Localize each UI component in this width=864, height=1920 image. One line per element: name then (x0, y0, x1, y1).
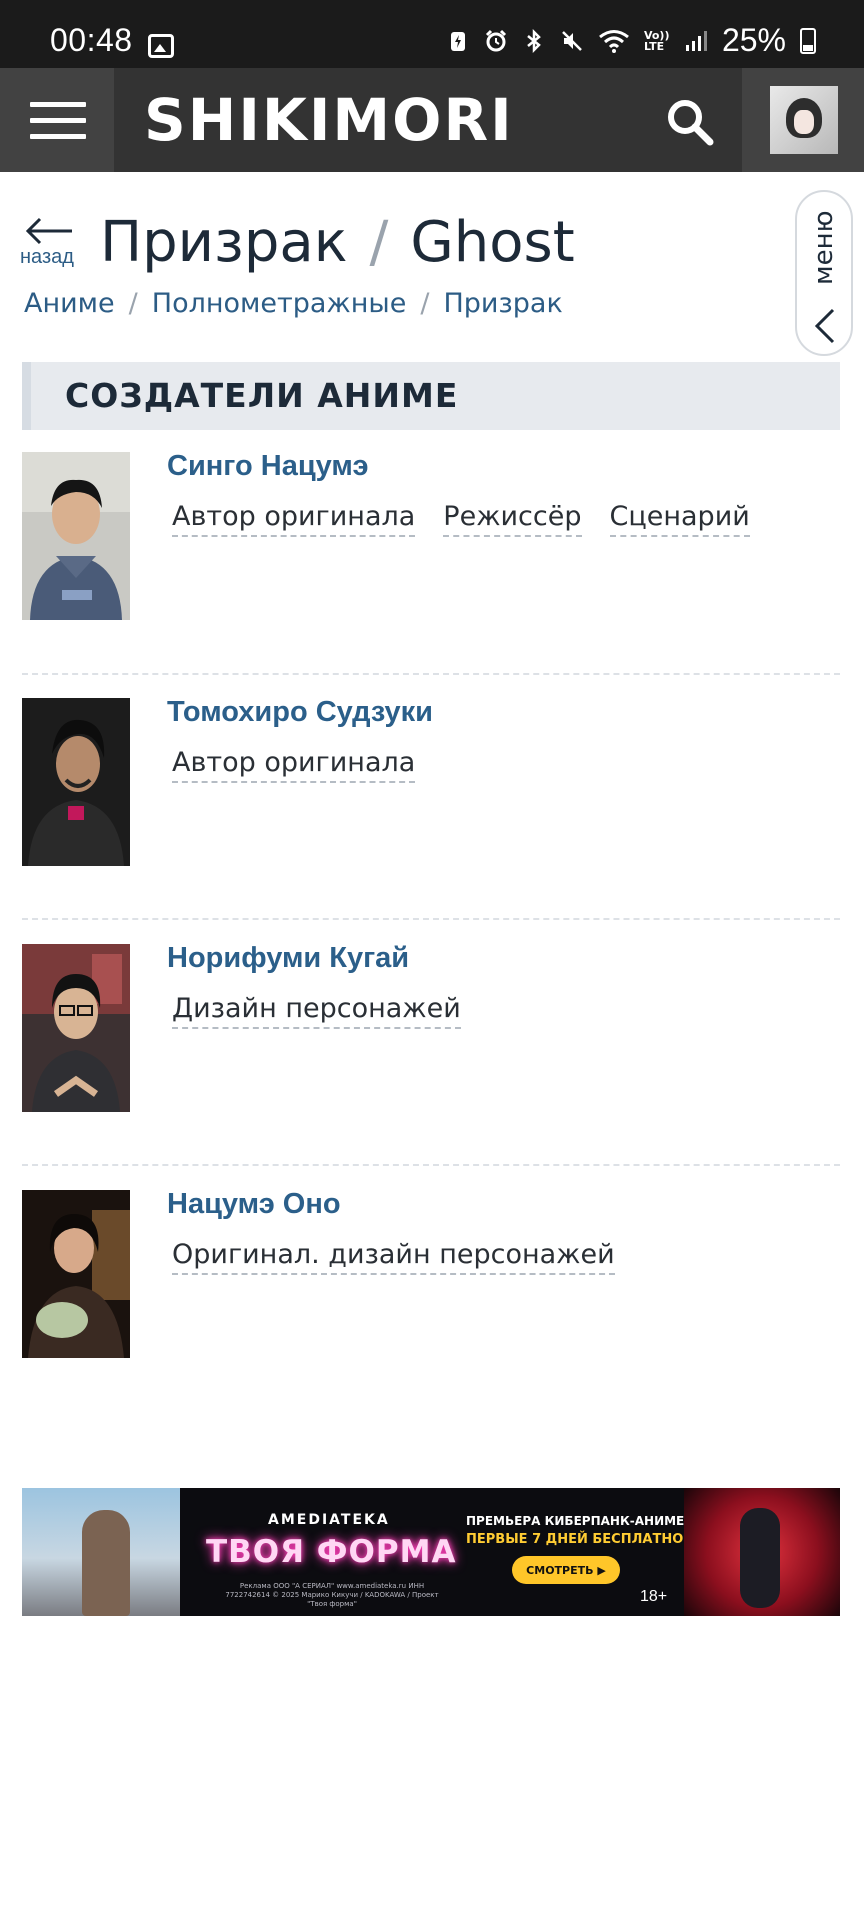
creator-name[interactable]: Синго Нацумэ (167, 450, 369, 483)
user-avatar-button[interactable] (742, 68, 864, 172)
creator-name[interactable]: Норифуми Кугай (167, 942, 409, 975)
banner-age-rating: 18+ (640, 1588, 668, 1605)
creator-name[interactable]: Нацумэ Оно (167, 1188, 341, 1221)
back-button[interactable]: назад (20, 216, 80, 268)
breadcrumb-movies[interactable]: Полнометражные (152, 288, 407, 319)
creator-roles: Автор оригинала Режиссёр Сценарий (172, 500, 750, 537)
title-ru: Призрак (100, 210, 348, 275)
wifi-icon (599, 29, 629, 53)
network-type: Vo)) LTE (643, 28, 670, 53)
divider (22, 918, 840, 920)
top-nav-bar: SHIKIMORI (0, 68, 864, 172)
banner-art-left (22, 1488, 180, 1616)
role-tag[interactable]: Дизайн персонажей (172, 992, 461, 1029)
banner-title: ТВОЯ ФОРМА (206, 1534, 457, 1570)
breadcrumb-anime[interactable]: Аниме (24, 288, 115, 319)
signal-icon (685, 30, 707, 51)
avatar (770, 86, 838, 154)
search-icon[interactable] (666, 98, 714, 146)
creator-card: Томохиро Судзуки Автор оригинала (22, 696, 840, 868)
divider (22, 1164, 840, 1166)
role-tag[interactable]: Сценарий (609, 500, 750, 537)
banner-legal: Реклама ООО "А СЕРИАЛ" www.amediateka.ru… (225, 1582, 439, 1608)
battery-icon (800, 27, 816, 54)
creator-photo[interactable] (22, 452, 130, 620)
creator-roles: Дизайн персонажей (172, 992, 461, 1029)
breadcrumb: Аниме / Полнометражные / Призрак (24, 288, 563, 319)
side-menu-label: меню (809, 210, 839, 286)
creator-photo[interactable] (22, 1190, 130, 1358)
creator-roles: Автор оригинала (172, 746, 416, 783)
title-en: Ghost (410, 210, 575, 275)
divider (22, 673, 840, 675)
role-tag[interactable]: Автор оригинала (172, 746, 416, 783)
creator-card: Нацумэ Оно Оригинал. дизайн персонажей (22, 1188, 840, 1360)
arrow-left-icon (25, 217, 72, 245)
battery-percent: 25% (721, 22, 786, 58)
role-tag[interactable]: Оригинал. дизайн персонажей (172, 1238, 615, 1275)
image-icon (148, 34, 174, 58)
breadcrumb-separator: / (420, 288, 430, 319)
status-bar: 00:48 Vo)) LTE 25% (0, 0, 864, 68)
creator-card: Норифуми Кугай Дизайн персонажей (22, 942, 840, 1114)
side-menu-tab[interactable]: меню (795, 190, 853, 356)
back-label: назад (20, 246, 74, 268)
hamburger-menu-button[interactable] (0, 68, 114, 172)
status-icons: Vo)) LTE 25% (446, 22, 816, 59)
battery-saver-icon (450, 31, 465, 51)
site-logo[interactable]: SHIKIMORI (144, 86, 514, 154)
banner-art-right (684, 1488, 840, 1616)
breadcrumb-separator: / (128, 288, 138, 319)
status-time: 00:48 (50, 22, 133, 58)
mute-icon (562, 30, 582, 51)
section-title: СОЗДАТЕЛИ АНИМЕ (65, 376, 459, 415)
ad-banner[interactable]: AMEDIATEKA ТВОЯ ФОРМА Реклама ООО "А СЕР… (22, 1488, 840, 1616)
banner-premiere: ПРЕМЬЕРА КИБЕРПАНК-АНИМЕ (466, 1514, 685, 1528)
creator-photo[interactable] (22, 944, 130, 1112)
role-tag[interactable]: Автор оригинала (172, 500, 416, 537)
breadcrumb-current[interactable]: Призрак (443, 288, 562, 319)
creator-card: Синго Нацумэ Автор оригинала Режиссёр Сц… (22, 450, 840, 622)
alarm-icon (485, 29, 507, 51)
title-separator: / (369, 210, 389, 275)
role-tag[interactable]: Режиссёр (443, 500, 582, 537)
bluetooth-icon (527, 28, 541, 53)
creator-photo[interactable] (22, 698, 130, 866)
creator-name[interactable]: Томохиро Судзуки (167, 696, 433, 729)
page-title: Призрак / Ghost (100, 210, 575, 275)
section-header: СОЗДАТЕЛИ АНИМЕ (22, 362, 840, 430)
hamburger-icon (30, 102, 86, 107)
banner-free: ПЕРВЫЕ 7 ДНЕЙ БЕСПЛАТНО (466, 1532, 684, 1547)
banner-watch-button[interactable]: СМОТРЕТЬ ▶ (512, 1556, 620, 1584)
creator-roles: Оригинал. дизайн персонажей (172, 1238, 615, 1275)
chevron-left-icon (814, 308, 835, 344)
banner-brand: AMEDIATEKA (268, 1512, 390, 1528)
